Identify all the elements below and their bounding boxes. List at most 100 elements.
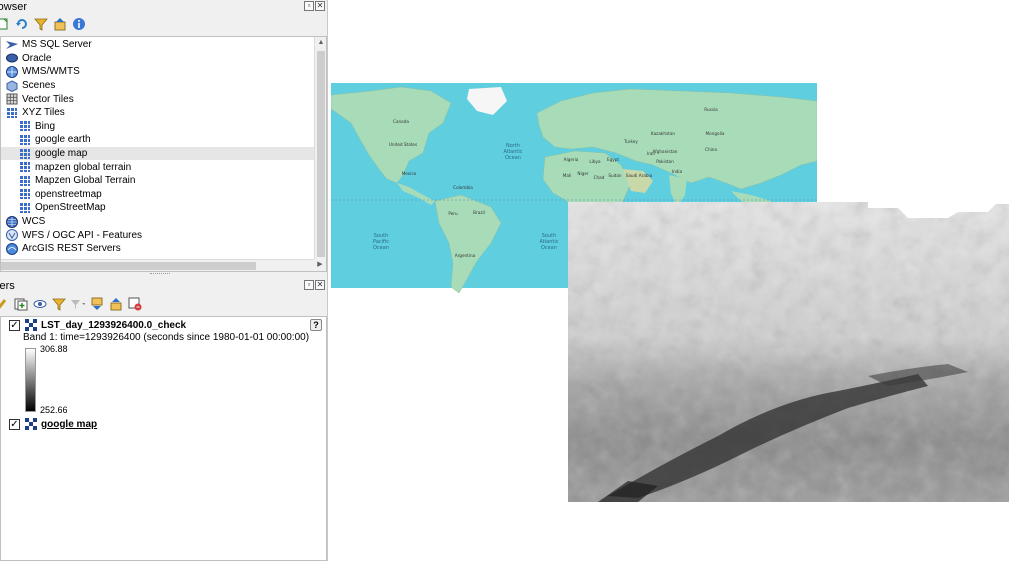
filter-icon[interactable]: [33, 17, 48, 32]
visibility-eye-icon[interactable]: [32, 297, 47, 312]
tree-item-xyz-tiles[interactable]: XYZ Tiles: [1, 106, 315, 120]
wcs-globe-icon: [6, 215, 18, 228]
style-brush-icon[interactable]: [0, 297, 9, 312]
layers-toolbar: [0, 295, 142, 313]
collapse-all-icon[interactable]: [108, 297, 123, 312]
tree-item-google-map[interactable]: google map: [1, 146, 315, 161]
country-label: Chad: [594, 175, 605, 180]
country-label: Saudi Arabia: [626, 173, 653, 178]
tile-grid-icon: [19, 120, 31, 132]
ocean-label: Ocean: [373, 245, 389, 251]
tree-item-label: google map: [35, 148, 88, 160]
tree-item-label: mapzen global terrain: [35, 161, 132, 173]
refresh-icon[interactable]: [14, 17, 29, 32]
filter-legend-expression-icon[interactable]: [70, 297, 85, 312]
layers-tree[interactable]: ✓ LST_day_1293926400.0_check ? Band 1: t…: [0, 316, 327, 561]
tree-item-wcs[interactable]: WCS: [1, 215, 315, 229]
oracle-icon: [6, 52, 18, 64]
add-layer-icon[interactable]: [0, 17, 10, 32]
wfs-icon: [6, 229, 18, 242]
browser-panel-title-bar: rowser ▫ ✕: [0, 0, 328, 14]
tree-item-label: google earth: [35, 134, 91, 146]
tree-item-label: Mapzen Global Terrain: [35, 175, 136, 187]
tree-item-label: Bing: [35, 120, 56, 132]
country-label: Mongolia: [706, 131, 725, 136]
scrollbar-thumb[interactable]: [1, 262, 256, 270]
tree-item-label: OpenStreetMap: [35, 202, 106, 214]
country-label: Libya: [589, 159, 601, 164]
country-label: India: [672, 169, 683, 174]
arcgis-icon: [6, 242, 18, 255]
info-icon[interactable]: [71, 17, 86, 32]
tree-item-label: WCS: [22, 216, 46, 228]
country-label: Pakistan: [656, 159, 674, 164]
tree-item-oracle[interactable]: Oracle: [1, 52, 315, 66]
browser-vertical-scrollbar[interactable]: ▲ ▼: [314, 37, 326, 271]
filter-icon[interactable]: [51, 297, 66, 312]
close-panel-button[interactable]: ✕: [315, 1, 325, 11]
country-label: Mexico: [402, 171, 417, 176]
country-label: Egypt: [607, 157, 619, 162]
tree-item-mapzen-global-terrain[interactable]: Mapzen Global Terrain: [1, 174, 315, 188]
ocean-label: Ocean: [541, 245, 557, 251]
country-label: Turkey: [623, 139, 638, 144]
browser-toolbar: [0, 15, 86, 33]
panel-splitter[interactable]: [150, 273, 170, 276]
tree-item-wms[interactable]: WMS/WMTS: [1, 65, 315, 79]
tree-item-mapzen-global-terrain-lower[interactable]: mapzen global terrain: [1, 160, 315, 174]
mssql-icon: [6, 39, 18, 51]
wms-globe-icon: [6, 65, 18, 78]
add-group-icon[interactable]: [13, 297, 28, 312]
layer-row-lst[interactable]: ✓ LST_day_1293926400.0_check: [9, 318, 186, 332]
scrollbar-thumb[interactable]: [317, 51, 325, 257]
country-label: Sudan: [608, 173, 622, 178]
browser-tree[interactable]: MS SQL Server Oracle WMS/WMTS Scenes Vec…: [0, 36, 327, 272]
tree-item-google-earth[interactable]: google earth: [1, 133, 315, 147]
ocean-label: Ocean: [505, 155, 521, 161]
layer-row-google-map[interactable]: ✓ google map: [9, 417, 97, 431]
close-panel-button[interactable]: ✕: [315, 280, 325, 290]
tree-item-label: ArcGIS REST Servers: [22, 243, 121, 255]
scenes-icon: [6, 80, 18, 92]
ramp-max-label: 306.88: [40, 344, 68, 354]
tree-item-scenes[interactable]: Scenes: [1, 79, 315, 93]
tile-grid-icon: [19, 188, 31, 200]
tree-item-mssql[interactable]: MS SQL Server: [1, 38, 315, 52]
scroll-up-arrow-icon[interactable]: ▲: [315, 37, 326, 49]
tree-item-vector-tiles[interactable]: Vector Tiles: [1, 92, 315, 106]
tree-item-bing[interactable]: Bing: [1, 120, 315, 134]
scroll-right-arrow-icon[interactable]: ▶: [314, 259, 326, 271]
tree-item-label: openstreetmap: [35, 188, 102, 200]
map-canvas[interactable]: North Atlantic Ocean South Pacific Ocean…: [330, 0, 1035, 561]
undock-button[interactable]: ▫: [304, 280, 314, 290]
undock-button[interactable]: ▫: [304, 1, 314, 11]
color-ramp: [25, 348, 36, 412]
layers-panel-title: yers: [0, 280, 15, 292]
collapse-all-icon[interactable]: [52, 17, 67, 32]
layer-name: LST_day_1293926400.0_check: [41, 319, 187, 331]
country-label: Algeria: [564, 157, 579, 162]
layer-visibility-checkbox[interactable]: ✓: [9, 418, 20, 430]
expand-all-icon[interactable]: [89, 297, 104, 312]
help-icon[interactable]: ?: [310, 319, 322, 331]
raster-layer-icon: [25, 319, 37, 331]
tile-grid-icon: [19, 134, 31, 146]
remove-layer-icon[interactable]: [127, 297, 142, 312]
tree-item-openstreetmap[interactable]: OpenStreetMap: [1, 201, 315, 215]
browser-horizontal-scrollbar[interactable]: [1, 259, 316, 271]
country-label: Kazakhstan: [651, 131, 675, 136]
tile-grid-icon: [19, 161, 31, 173]
tree-item-arcgis-rest[interactable]: ArcGIS REST Servers: [1, 242, 315, 256]
layers-panel-title-bar: yers ▫ ✕: [0, 279, 328, 293]
layer-visibility-checkbox[interactable]: ✓: [9, 319, 20, 331]
tree-item-openstreetmap-lower[interactable]: openstreetmap: [1, 188, 315, 202]
tree-item-wfs[interactable]: WFS / OGC API - Features: [1, 228, 315, 242]
tree-item-label: XYZ Tiles: [22, 107, 65, 119]
tile-grid-icon: [19, 148, 31, 160]
tree-item-label: WMS/WMTS: [22, 66, 80, 78]
vector-tiles-icon: [6, 93, 18, 105]
country-label: Argentina: [455, 253, 476, 258]
country-label: United States: [389, 142, 417, 147]
browser-panel-title: rowser: [0, 1, 28, 13]
tree-item-label: Vector Tiles: [22, 93, 74, 105]
